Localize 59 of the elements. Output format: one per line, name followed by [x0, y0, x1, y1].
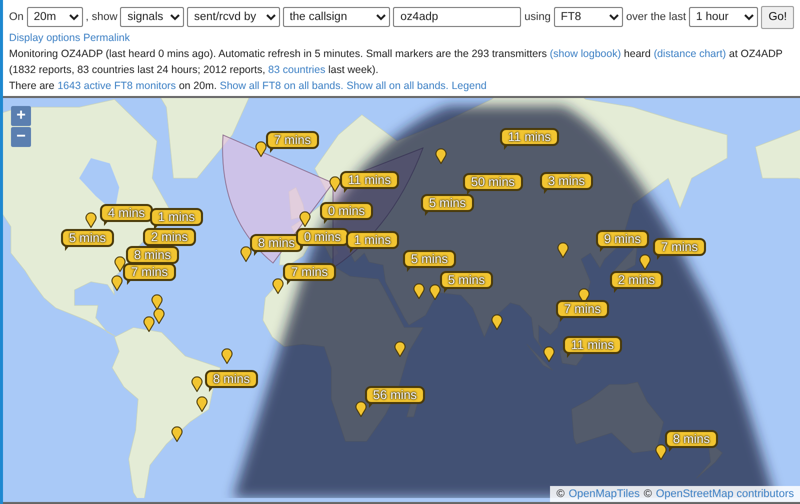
- copyright-text: ©: [556, 488, 565, 500]
- map-pin-icon[interactable]: [85, 212, 97, 228]
- time-callout[interactable]: 8 mins: [126, 246, 179, 264]
- dropdown-select[interactable]: 20m: [26, 7, 83, 27]
- option-link[interactable]: Display options: [9, 30, 80, 46]
- map-pin-icon[interactable]: [413, 283, 425, 299]
- map-pin-icon[interactable]: [329, 176, 341, 192]
- map-pin-icon[interactable]: [429, 284, 441, 300]
- map-pin-icon[interactable]: [543, 346, 555, 362]
- monitors-text: There are 1643 active FT8 monitors on 20m. Show all FT8 on all bands. Show all on all bands. Legend: [9, 79, 488, 94]
- status-text: Monitoring OZ4ADP (last heard 0 mins ago). Automatic refresh in 5 minutes. Small markers are the 293 transmitters (show logbook) heard (distance chart) at OZ4ADP (1832 reports, 83 countries last 24 hours; 2012 reports, 83 countries last week).: [9, 47, 784, 78]
- map-pin-icon[interactable]: [111, 275, 123, 291]
- form-label: On: [9, 11, 24, 23]
- dropdown-select[interactable]: FT8: [554, 7, 624, 27]
- map-pin-icon[interactable]: [151, 294, 163, 310]
- map-pin-icon[interactable]: [394, 341, 406, 357]
- text-link[interactable]: Legend: [452, 80, 487, 92]
- map-pin-icon[interactable]: [191, 376, 203, 392]
- dropdown-select[interactable]: 1 hour: [689, 7, 758, 27]
- copyright-text: ©: [644, 488, 652, 500]
- dropdown-select[interactable]: the callsign: [282, 7, 390, 27]
- map-pin-icon[interactable]: [272, 278, 284, 294]
- map-pin-icon[interactable]: [639, 254, 651, 270]
- time-callout[interactable]: 2 mins: [143, 228, 196, 246]
- map-pin-icon[interactable]: [221, 348, 233, 364]
- dropdown-select[interactable]: sent/rcvd by: [187, 7, 280, 27]
- map-pin-icon[interactable]: [435, 148, 447, 164]
- map-pin-icon[interactable]: [240, 246, 252, 262]
- dropdown-select[interactable]: signals: [120, 7, 184, 27]
- attribution-link[interactable]: OpenStreetMap contributors: [656, 488, 794, 500]
- text-link[interactable]: 1643 active FT8 monitors: [57, 80, 176, 92]
- zoom-button[interactable]: −: [11, 127, 31, 147]
- form-label: using: [524, 11, 551, 23]
- attribution-link[interactable]: OpenMapTiles: [568, 488, 640, 500]
- map-pin-icon[interactable]: [355, 401, 367, 417]
- map-pin-icon[interactable]: [255, 141, 267, 157]
- text-link[interactable]: Show all FT8 on all bands.: [220, 80, 344, 92]
- map-pin-icon[interactable]: [114, 256, 126, 272]
- callsign-input[interactable]: oz4adp: [393, 7, 522, 27]
- map-pin-icon[interactable]: [171, 426, 183, 442]
- form-label: over the last: [626, 11, 686, 23]
- map-pin-icon[interactable]: [196, 396, 208, 412]
- map-pin-icon[interactable]: [143, 316, 155, 332]
- map-pin-icon[interactable]: [491, 314, 503, 330]
- map-view[interactable]: [3, 96, 800, 504]
- text-link[interactable]: (show logbook): [550, 48, 621, 60]
- map-pin-icon[interactable]: [655, 444, 667, 460]
- zoom-button[interactable]: +: [11, 106, 31, 126]
- option-link[interactable]: Permalink: [83, 30, 130, 46]
- text-link[interactable]: 83 countries: [268, 64, 326, 76]
- go-button[interactable]: Go!: [761, 6, 794, 28]
- map-pin-icon[interactable]: [557, 242, 569, 258]
- time-callout[interactable]: 50 mins: [463, 173, 523, 191]
- time-callout[interactable]: 1 mins: [150, 208, 203, 226]
- form-label: , show: [86, 11, 118, 23]
- text-link[interactable]: (distance chart): [654, 48, 726, 60]
- map-pin-icon[interactable]: [299, 211, 311, 227]
- text-link[interactable]: Show all on all bands.: [346, 80, 449, 92]
- map-pin-icon[interactable]: [153, 308, 165, 324]
